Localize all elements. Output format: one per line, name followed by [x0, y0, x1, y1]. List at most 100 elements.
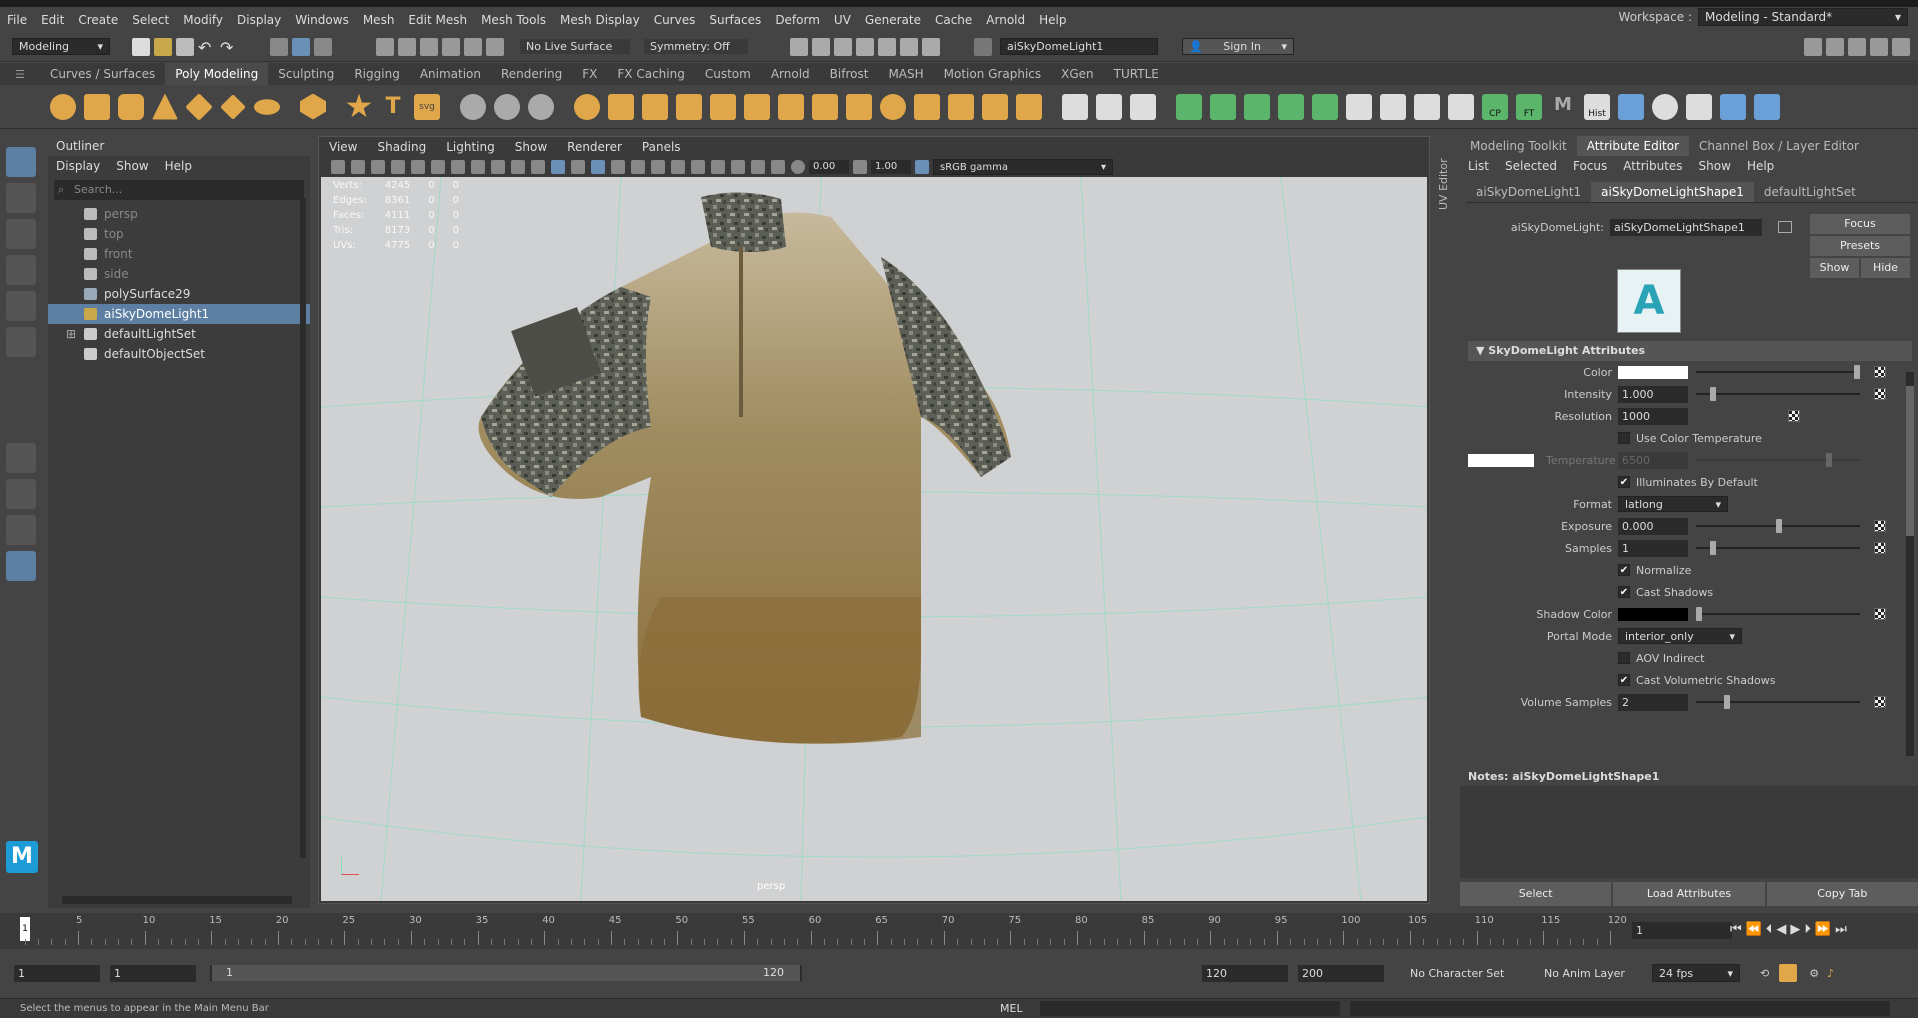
menu-file[interactable]: File — [0, 8, 34, 32]
viewport-menu-renderer[interactable]: Renderer — [557, 137, 632, 157]
aov-indirect-checkbox[interactable] — [1618, 652, 1630, 664]
menu-create[interactable]: Create — [71, 8, 125, 32]
intensity-field[interactable]: 1.000 — [1618, 385, 1688, 403]
menu-select[interactable]: Select — [125, 8, 176, 32]
plane-icon[interactable] — [1754, 93, 1780, 120]
exposure-field[interactable]: 0.000 — [1618, 517, 1688, 535]
ae-scrollbar[interactable] — [1906, 372, 1914, 756]
uv-auto-icon[interactable] — [1278, 93, 1304, 120]
command-line-input[interactable] — [1040, 1001, 1340, 1016]
character-set-dropdown[interactable]: No Character Set — [1404, 965, 1522, 981]
grid-icon[interactable] — [411, 160, 425, 174]
volume-samples-field[interactable]: 2 — [1618, 693, 1688, 711]
move-tool-icon[interactable] — [6, 255, 36, 285]
step-back-icon[interactable]: ⏪ — [1746, 922, 1762, 937]
menu-display[interactable]: Display — [230, 8, 288, 32]
resolution-field[interactable]: 1000 — [1618, 407, 1688, 425]
node-name-field[interactable]: aiSkyDomeLightShape1 — [1610, 218, 1762, 236]
select-tool-icon[interactable] — [6, 147, 36, 177]
delete-history-icon[interactable]: Hist — [1584, 93, 1610, 120]
shelf-tab-sculpting[interactable]: Sculpting — [268, 63, 344, 85]
paint-select-icon[interactable] — [6, 219, 36, 249]
xray-icon[interactable] — [731, 160, 745, 174]
menu-cache[interactable]: Cache — [928, 8, 979, 32]
platonic-solid-icon[interactable] — [300, 93, 326, 120]
layout-single-icon[interactable] — [6, 443, 36, 473]
resolution-gate-icon[interactable] — [451, 160, 465, 174]
ao-icon[interactable] — [651, 160, 665, 174]
snap-view-icon[interactable] — [442, 37, 460, 56]
type-text-icon[interactable]: T — [380, 94, 406, 120]
shelf-tab-curves-surfaces[interactable]: Curves / Surfaces — [40, 63, 165, 85]
fill-hole-icon[interactable] — [846, 93, 872, 120]
plane-icon[interactable] — [1720, 93, 1746, 120]
bevel-icon[interactable] — [880, 93, 906, 120]
ipr-render-icon[interactable] — [812, 37, 830, 56]
safe-action-icon[interactable] — [511, 160, 525, 174]
layout-icon[interactable] — [1892, 38, 1910, 56]
shelf-tab-motion-graphics[interactable]: Motion Graphics — [934, 63, 1052, 85]
color-swatch[interactable] — [1618, 365, 1688, 379]
ae-menu-list[interactable]: List — [1460, 156, 1497, 176]
portal-mode-dropdown[interactable]: interior_only ▾ — [1618, 628, 1742, 644]
poly-torus-icon[interactable] — [220, 93, 246, 120]
shelf-tab-custom[interactable]: Custom — [695, 63, 761, 85]
map-button-icon[interactable] — [1874, 696, 1886, 708]
playback-start-field[interactable]: 1 — [110, 964, 196, 982]
image-plane-icon[interactable] — [391, 160, 405, 174]
time-slider[interactable]: 1 5 10 15 20 25 30 35 40 45 50 55 60 65 70 75 80 85 90 95 1… — [0, 913, 1918, 949]
go-to-end-icon[interactable]: ⏭ — [1835, 922, 1847, 937]
outliner-h-scrollbar[interactable] — [62, 896, 292, 904]
preferences-icon[interactable]: ⚙ — [1809, 967, 1819, 980]
exposure-slider[interactable] — [1696, 519, 1860, 533]
outliner-scrollbar[interactable] — [300, 198, 306, 858]
presets-button[interactable]: Presets — [1810, 236, 1910, 256]
outliner-item[interactable]: persp — [48, 204, 310, 224]
smooth-icon[interactable] — [642, 93, 668, 120]
exposure-field[interactable]: 0.00 — [809, 160, 849, 174]
loop-icon[interactable]: ⟲ — [1760, 967, 1769, 980]
menu-windows[interactable]: Windows — [288, 8, 356, 32]
viewport-menu-view[interactable]: View — [319, 137, 367, 157]
node-tab[interactable]: defaultLightSet — [1754, 182, 1866, 202]
extrude-icon[interactable] — [914, 93, 940, 120]
snap-point-icon[interactable] — [420, 37, 438, 56]
camera-icon[interactable] — [331, 160, 345, 174]
ae-tab-channel-box-layer-editor[interactable]: Channel Box / Layer Editor — [1689, 136, 1869, 156]
append-icon[interactable] — [812, 93, 838, 120]
map-button-icon[interactable] — [1874, 608, 1886, 620]
outliner-item[interactable]: aiSkyDomeLight1 — [48, 304, 310, 324]
cast-volumetric-shadows-checkbox[interactable]: ✔ — [1618, 674, 1630, 686]
lasso-tool-icon[interactable] — [6, 183, 36, 213]
mirror-icon[interactable] — [710, 93, 736, 120]
textured-icon[interactable] — [591, 160, 605, 174]
samples-slider[interactable] — [1696, 541, 1860, 555]
select-object-icon[interactable] — [292, 37, 310, 56]
live-surface-field[interactable]: No Live Surface — [520, 39, 630, 54]
outliner-item[interactable]: front — [48, 244, 310, 264]
expand-icon[interactable]: ⊞ — [66, 324, 76, 344]
gamma-icon[interactable] — [853, 160, 867, 174]
cube-icon[interactable] — [1686, 93, 1712, 120]
cast-shadows-checkbox[interactable]: ✔ — [1618, 586, 1630, 598]
menu-mesh-tools[interactable]: Mesh Tools — [474, 8, 553, 32]
backface-icon[interactable] — [771, 160, 785, 174]
wedge-icon[interactable] — [982, 93, 1008, 120]
outliner-item[interactable]: top — [48, 224, 310, 244]
super-shape-icon[interactable] — [346, 93, 372, 118]
svg-icon[interactable]: svg — [414, 93, 440, 120]
separate-icon[interactable] — [608, 93, 634, 120]
uv-planar-icon[interactable] — [1176, 93, 1202, 120]
pause-icon[interactable] — [922, 37, 940, 56]
illuminates-by-default-checkbox[interactable]: ✔ — [1618, 476, 1630, 488]
merge-icon[interactable] — [1016, 93, 1042, 120]
menu-edit-mesh[interactable]: Edit Mesh — [401, 8, 474, 32]
menu-deform[interactable]: Deform — [768, 8, 827, 32]
use-color-temperature-checkbox[interactable] — [1618, 432, 1630, 444]
scale-tool-icon[interactable] — [6, 327, 36, 357]
wireframe-shaded-icon[interactable] — [571, 160, 585, 174]
edge-loop-icon[interactable] — [1096, 93, 1122, 120]
uv-unfold-icon[interactable] — [1312, 93, 1338, 120]
viewport-menu-shading[interactable]: Shading — [367, 137, 436, 157]
shelf-tab-turtle[interactable]: TURTLE — [1104, 63, 1169, 85]
